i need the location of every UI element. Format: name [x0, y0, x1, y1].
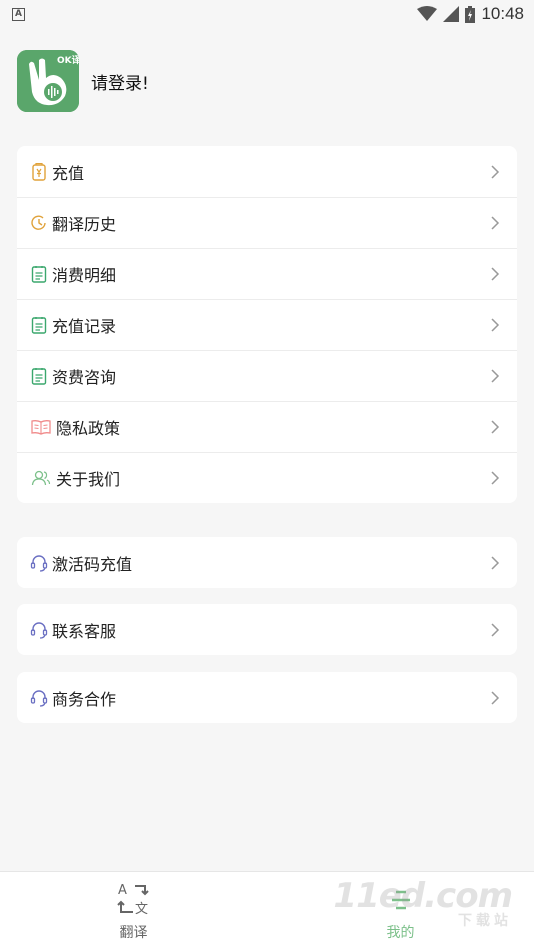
- menu-item-recharge[interactable]: 充值: [17, 146, 517, 197]
- menu-item-recharge-records[interactable]: 充值记录: [17, 299, 517, 350]
- status-bar: A 10:48: [0, 0, 534, 28]
- menu-item-label: 商务合作: [52, 689, 117, 709]
- menu-item-pricing-inquiry[interactable]: 资费咨询: [17, 350, 517, 401]
- wallet-icon: [29, 162, 49, 182]
- nav-tab-mine[interactable]: 我的: [267, 872, 534, 950]
- chevron-right-icon: [487, 368, 503, 384]
- nav-label: 我的: [386, 925, 415, 941]
- headset-icon: [29, 688, 49, 708]
- notification-icon: A: [12, 7, 25, 21]
- status-icons: 10:48: [417, 4, 524, 24]
- bottom-navigation: A 文 翻译 我的: [0, 871, 534, 950]
- users-icon: [29, 468, 53, 488]
- clock-icon: [29, 213, 49, 233]
- login-prompt[interactable]: 请登录!: [91, 69, 149, 94]
- profile-header[interactable]: OK译 请登录!: [17, 50, 149, 112]
- list-doc-icon: [29, 366, 49, 386]
- svg-text:OK译: OK译: [57, 54, 79, 66]
- menu-item-label: 充值记录: [52, 316, 117, 336]
- menu-item-label: 关于我们: [56, 469, 121, 489]
- menu-item-translation-history[interactable]: 翻译历史: [17, 197, 517, 248]
- settings-menu-card: 充值 翻译历史 消费明细 充值记录 资费咨询 隐私政策 关于我们: [17, 146, 517, 503]
- clock: 10:48: [481, 4, 524, 23]
- menu-item-label: 翻译历史: [52, 214, 117, 234]
- menu-item-label: 消费明细: [52, 265, 117, 285]
- chevron-right-icon: [487, 470, 503, 486]
- chevron-right-icon: [487, 215, 503, 231]
- translate-icon: A 文: [116, 883, 149, 917]
- nav-tab-translate[interactable]: A 文 翻译: [0, 872, 267, 950]
- customer-service-card: 联系客服: [17, 604, 517, 655]
- nav-label: 翻译: [119, 925, 148, 941]
- battery-icon: [465, 5, 476, 23]
- profile-list-icon: [391, 890, 410, 910]
- chevron-right-icon: [487, 266, 503, 282]
- menu-item-activation-code[interactable]: 激活码充值: [17, 537, 517, 588]
- book-icon: [29, 417, 53, 437]
- wifi-icon: [417, 6, 438, 21]
- list-doc-icon: [29, 315, 49, 335]
- headset-icon: [29, 553, 49, 573]
- menu-item-label: 隐私政策: [56, 418, 121, 438]
- menu-item-about-us[interactable]: 关于我们: [17, 452, 517, 503]
- svg-text:文: 文: [135, 902, 148, 917]
- menu-item-consumption-details[interactable]: 消费明细: [17, 248, 517, 299]
- chevron-right-icon: [487, 317, 503, 333]
- menu-item-business-cooperation[interactable]: 商务合作: [17, 672, 517, 723]
- activation-code-card: 激活码充值: [17, 537, 517, 588]
- business-cooperation-card: 商务合作: [17, 672, 517, 723]
- chevron-right-icon: [487, 419, 503, 435]
- menu-item-label: 充值: [52, 163, 85, 183]
- chevron-right-icon: [487, 164, 503, 180]
- chevron-right-icon: [487, 622, 503, 638]
- menu-item-label: 激活码充值: [52, 554, 133, 574]
- signal-icon: [443, 6, 460, 22]
- chevron-right-icon: [487, 690, 503, 706]
- menu-item-contact-service[interactable]: 联系客服: [17, 604, 517, 655]
- app-logo: OK译: [17, 50, 79, 112]
- chevron-right-icon: [487, 555, 503, 571]
- menu-item-privacy-policy[interactable]: 隐私政策: [17, 401, 517, 452]
- menu-item-label: 资费咨询: [52, 367, 117, 387]
- list-doc-icon: [29, 264, 49, 284]
- svg-text:A: A: [118, 883, 127, 898]
- headset-icon: [29, 620, 49, 640]
- menu-item-label: 联系客服: [52, 621, 117, 641]
